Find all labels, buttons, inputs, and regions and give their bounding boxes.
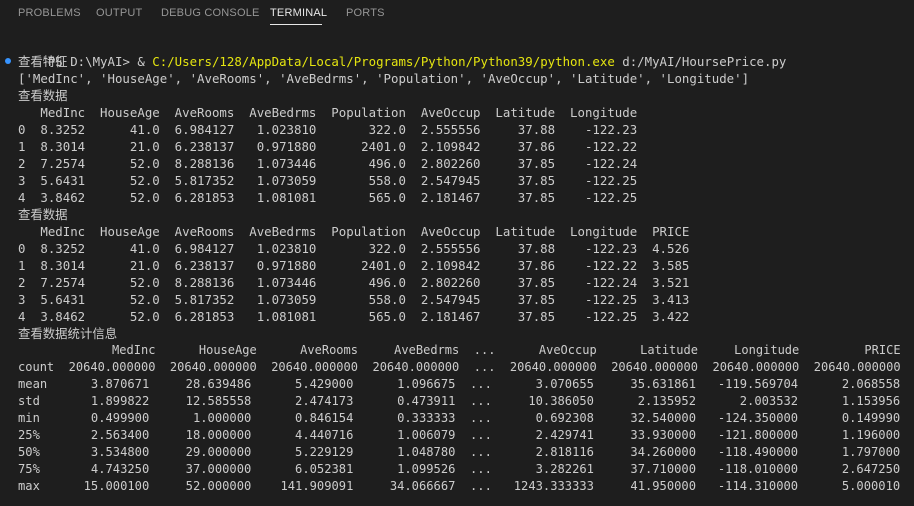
terminal-output-line: max 15.000100 52.000000 141.909091 34.06…	[18, 479, 901, 493]
terminal-output-line: 1 8.3014 21.0 6.238137 0.971880 2401.0 2…	[18, 139, 638, 154]
tab-output[interactable]: OUTPUT	[96, 7, 142, 19]
terminal-output-line: 3 5.6431 52.0 5.817352 1.073059 558.0 2.…	[18, 173, 638, 188]
terminal-output-line: 2 7.2574 52.0 8.288136 1.073446 496.0 2.…	[18, 275, 690, 290]
terminal-output-line: 1 8.3014 21.0 6.238137 0.971880 2401.0 2…	[18, 258, 690, 273]
terminal-output-line: 3 5.6431 52.0 5.817352 1.073059 558.0 2.…	[18, 292, 690, 307]
terminal-output-line: 查看数据	[18, 88, 68, 103]
terminal-output-line: 25% 2.563400 18.000000 4.440716 1.006079…	[18, 428, 901, 442]
tab-ports[interactable]: PORTS	[346, 7, 385, 19]
terminal-output-line: 75% 4.743250 37.000000 6.052381 1.099526…	[18, 462, 901, 476]
active-tab-indicator	[270, 24, 322, 25]
command-decoration-icon[interactable]	[5, 58, 11, 64]
terminal-output-line: 0 8.3252 41.0 6.984127 1.023810 322.0 2.…	[18, 122, 638, 137]
tab-terminal[interactable]: TERMINAL	[270, 7, 327, 19]
terminal-output-line: count 20640.000000 20640.000000 20640.00…	[18, 360, 901, 374]
terminal-output-line: 查看数据统计信息	[18, 326, 118, 341]
terminal-output-line: MedInc HouseAge AveRooms AveBedrms Popul…	[18, 224, 690, 239]
terminal-output-line: 查看特征	[18, 54, 68, 69]
terminal-output-line: 2 7.2574 52.0 8.288136 1.073446 496.0 2.…	[18, 156, 638, 171]
command-path: C:/Users/128/AppData/Local/Programs/Pyth…	[152, 54, 615, 69]
terminal-output-line: 4 3.8462 52.0 6.281853 1.081081 565.0 2.…	[18, 309, 690, 324]
terminal-output-line: 查看数据	[18, 207, 68, 222]
terminal-output[interactable]: PS D:\MyAI> & C:/Users/128/AppData/Local…	[0, 30, 914, 506]
terminal-output-line: std 1.899822 12.585558 2.474173 0.473911…	[18, 394, 901, 408]
tab-debug-console[interactable]: DEBUG CONSOLE	[161, 7, 260, 19]
terminal-output-line: 50% 3.534800 29.000000 5.229129 1.048780…	[18, 445, 901, 459]
terminal-output-line: ['MedInc', 'HouseAge', 'AveRooms', 'AveB…	[18, 71, 750, 86]
terminal-output-line: 0 8.3252 41.0 6.984127 1.023810 322.0 2.…	[18, 241, 690, 256]
terminal-output-line: mean 3.870671 28.639486 5.429000 1.09667…	[18, 377, 901, 391]
terminal-output-line: min 0.499900 1.000000 0.846154 0.333333 …	[18, 411, 901, 425]
terminal-output-line: MedInc HouseAge AveRooms AveBedrms Popul…	[18, 105, 638, 120]
terminal-output-line: MedInc HouseAge AveRooms AveBedrms ... A…	[18, 343, 901, 357]
command-line: PS D:\MyAI> & C:/Users/128/AppData/Local…	[18, 36, 787, 69]
command-argument: d:/MyAI/HoursePrice.py	[614, 54, 787, 69]
terminal-output-line: 4 3.8462 52.0 6.281853 1.081081 565.0 2.…	[18, 190, 638, 205]
tab-problems[interactable]: PROBLEMS	[18, 7, 81, 19]
panel-tab-bar: PROBLEMS OUTPUT DEBUG CONSOLE TERMINAL P…	[0, 0, 914, 30]
